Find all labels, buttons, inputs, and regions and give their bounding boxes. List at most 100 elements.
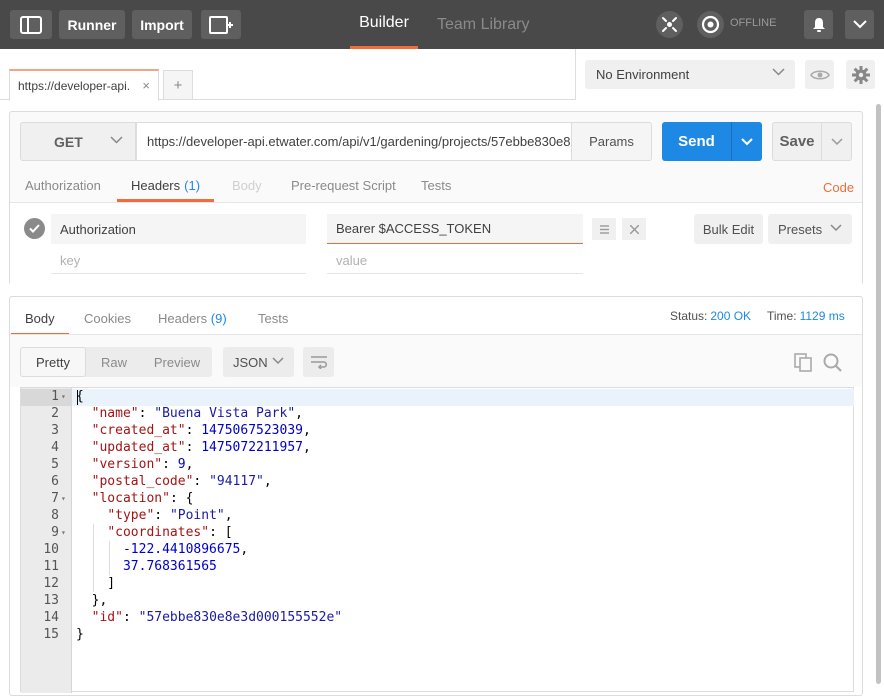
new-window-icon bbox=[209, 15, 233, 34]
save-button[interactable]: Save bbox=[772, 122, 822, 161]
json-string: "57ebbe830e8e3d000155552e" bbox=[138, 610, 343, 625]
chevron-down-icon bbox=[830, 137, 843, 145]
request-tab-title: https://developer-api. bbox=[18, 78, 131, 93]
interceptor-button[interactable] bbox=[656, 11, 683, 38]
params-button[interactable]: Params bbox=[571, 122, 652, 161]
response-status: Status: 200 OK bbox=[670, 309, 751, 323]
new-window-button[interactable] bbox=[201, 10, 241, 39]
code-line: "name": "Buena Vista Park", bbox=[91, 406, 303, 421]
sync-icon bbox=[701, 15, 720, 34]
code-line: { bbox=[76, 389, 84, 404]
method-select[interactable]: GET bbox=[20, 122, 136, 161]
fold-toggle-icon[interactable]: ▾ bbox=[61, 528, 66, 537]
toggle-sidebar-button[interactable] bbox=[10, 10, 52, 39]
fold-toggle-icon[interactable]: ▾ bbox=[61, 494, 66, 503]
response-body-editor[interactable]: 1 2 3 4 5 6 7 8 9 10 11 12 13 14 15 ▾ ▾ … bbox=[20, 387, 854, 693]
header-value-field[interactable]: Bearer $ACCESS_TOKEN bbox=[327, 214, 583, 244]
header-menu-button[interactable] bbox=[592, 218, 616, 240]
environment-select[interactable]: No Environment bbox=[585, 60, 795, 89]
tab-builder[interactable]: Builder bbox=[350, 0, 418, 49]
request-tabs: Authorization Headers (1) Body Pre-reques… bbox=[0, 172, 884, 202]
json-key: "updated_at" bbox=[91, 440, 186, 455]
tab-headers[interactable]: Headers (1) bbox=[117, 172, 215, 202]
json-key: "version" bbox=[91, 457, 163, 472]
line-number: 2 bbox=[51, 406, 59, 421]
view-raw-button[interactable]: Raw bbox=[86, 347, 142, 377]
json-key: "id" bbox=[91, 610, 123, 625]
line-number: 12 bbox=[43, 576, 59, 591]
format-value: JSON bbox=[233, 354, 268, 370]
import-button[interactable]: Import bbox=[132, 10, 192, 39]
chevron-down-icon bbox=[741, 137, 753, 145]
copy-response-button[interactable] bbox=[793, 352, 813, 372]
new-header-value-field[interactable]: value bbox=[327, 248, 583, 274]
delete-header-button[interactable] bbox=[622, 218, 646, 240]
manage-environments-button[interactable] bbox=[846, 60, 875, 89]
tab-tests[interactable]: Tests bbox=[421, 172, 451, 202]
chevron-down-icon bbox=[830, 224, 842, 232]
line-number: 15 bbox=[43, 627, 59, 642]
response-tab-cookies[interactable]: Cookies bbox=[84, 311, 131, 326]
runner-button[interactable]: Runner bbox=[59, 10, 125, 39]
header-key-field[interactable]: Authorization bbox=[51, 214, 306, 244]
code-line: -122.4410896675, bbox=[122, 542, 249, 557]
wrap-lines-button[interactable] bbox=[303, 347, 334, 377]
bulk-edit-button[interactable]: Bulk Edit bbox=[694, 214, 763, 244]
presets-label: Presets bbox=[778, 221, 823, 237]
environment-quick-look-button[interactable] bbox=[805, 60, 834, 89]
json-key: "coordinates" bbox=[107, 525, 210, 540]
view-mode-group: Pretty Raw Preview bbox=[20, 347, 212, 377]
response-tab-headers[interactable]: Headers (9) bbox=[158, 311, 227, 326]
code-line: "updated_at": 1475072211957, bbox=[91, 440, 311, 455]
new-header-key-field[interactable]: key bbox=[51, 248, 306, 274]
sidebar-icon bbox=[20, 15, 42, 34]
copy-icon bbox=[794, 352, 812, 372]
format-select[interactable]: JSON bbox=[223, 347, 294, 377]
tab-authorization[interactable]: Authorization bbox=[25, 172, 101, 202]
code-line: "id": "57ebbe830e8e3d000155552e" bbox=[91, 610, 343, 625]
send-dropdown-button[interactable] bbox=[731, 122, 762, 161]
tab-pre-request-script[interactable]: Pre-request Script bbox=[291, 172, 396, 202]
header-enabled-checkbox[interactable] bbox=[24, 218, 45, 239]
response-tab-headers-label: Headers bbox=[158, 311, 208, 326]
add-tab-button[interactable]: + bbox=[163, 70, 193, 100]
satellite-icon bbox=[662, 17, 677, 32]
status-value: 200 OK bbox=[710, 309, 752, 323]
response-tab-body[interactable]: Body bbox=[11, 311, 69, 336]
close-icon bbox=[629, 224, 639, 234]
response-tab-headers-count: (9) bbox=[210, 311, 227, 326]
generate-code-link[interactable]: Code bbox=[823, 180, 854, 195]
code-line: "created_at": 1475067523039, bbox=[91, 423, 311, 438]
time-value: 1129 ms bbox=[799, 309, 845, 323]
json-key: "created_at" bbox=[91, 423, 186, 438]
presets-dropdown[interactable]: Presets bbox=[768, 214, 852, 244]
tab-body[interactable]: Body bbox=[232, 172, 262, 202]
page-scrollbar-thumb[interactable] bbox=[876, 104, 881, 684]
settings-dropdown-button[interactable] bbox=[845, 10, 874, 39]
fold-toggle-icon[interactable]: ▾ bbox=[61, 392, 66, 401]
status-label: Status: bbox=[670, 309, 708, 323]
view-preview-button[interactable]: Preview bbox=[142, 347, 212, 377]
chevron-down-icon bbox=[772, 68, 785, 76]
line-number: 6 bbox=[51, 474, 59, 489]
code-line: }, bbox=[76, 593, 108, 608]
line-number: 11 bbox=[43, 559, 59, 574]
notifications-button[interactable] bbox=[804, 10, 833, 39]
send-button[interactable]: Send bbox=[662, 122, 731, 161]
search-response-button[interactable] bbox=[822, 352, 842, 372]
code-line: 37.768361565 bbox=[76, 559, 217, 574]
view-pretty-button[interactable]: Pretty bbox=[20, 347, 86, 377]
chevron-down-icon bbox=[272, 357, 284, 365]
response-tab-tests[interactable]: Tests bbox=[258, 311, 288, 326]
close-tab-icon[interactable]: × bbox=[142, 78, 150, 93]
sync-status-button[interactable] bbox=[697, 11, 724, 38]
save-dropdown-button[interactable] bbox=[822, 122, 852, 161]
url-input[interactable]: https://developer-api.etwater.com/api/v1… bbox=[136, 122, 572, 161]
gear-icon bbox=[851, 65, 870, 84]
tab-team-library[interactable]: Team Library bbox=[437, 0, 529, 49]
json-string: "94117" bbox=[209, 474, 264, 489]
offline-status-label: OFFLINE bbox=[730, 17, 777, 29]
line-number: 10 bbox=[43, 542, 59, 557]
code-line: "postal_code": "94117", bbox=[91, 474, 272, 489]
request-tab[interactable]: https://developer-api. × bbox=[9, 69, 159, 101]
